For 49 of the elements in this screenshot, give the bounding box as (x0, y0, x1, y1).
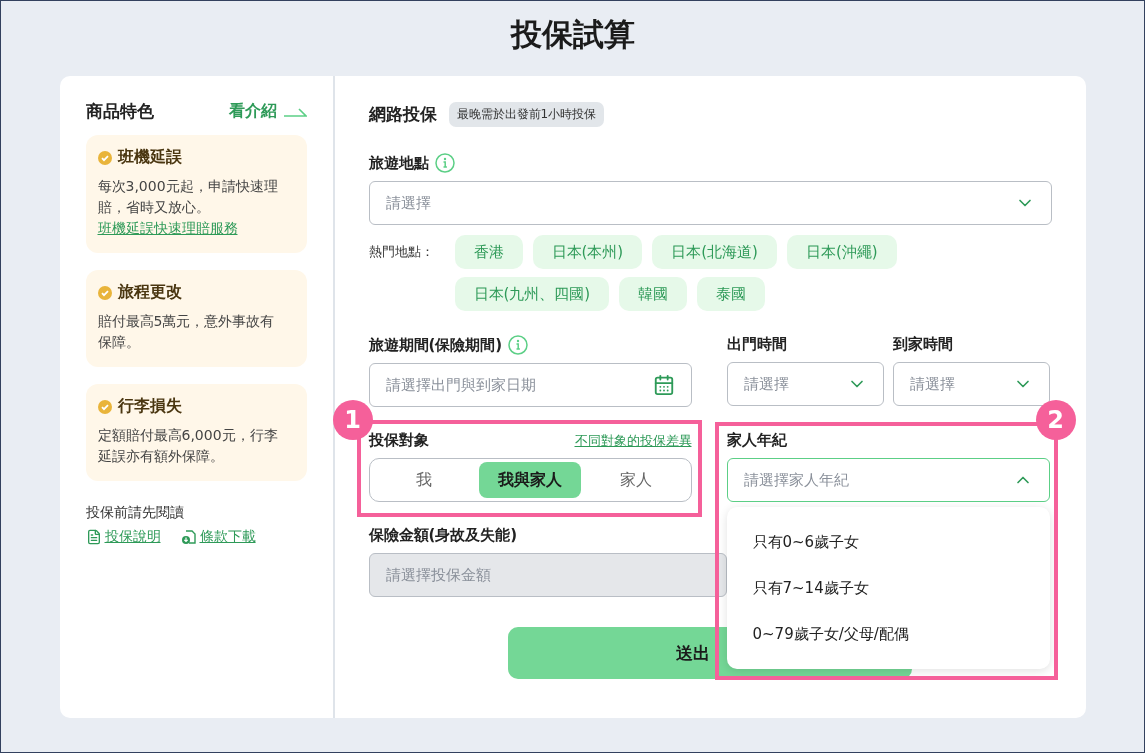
page-title: 投保試算 (510, 15, 635, 54)
deadline-badge: 最晚需於出發前1小時投保 (448, 102, 605, 127)
calendar-icon (652, 374, 675, 396)
field-label: 保險金額(身故及失能) (368, 526, 518, 545)
feature-title: 行李損失 (117, 396, 182, 417)
feature-text: 賠付最高5萬元，意外事故有保障。 (97, 312, 276, 352)
intro-link[interactable]: 看介紹 (228, 101, 307, 122)
field-label: 旅遊期間(保險期間) (368, 335, 503, 355)
dropdown-option[interactable]: 只有7~14歲子女 (726, 565, 1050, 611)
download-file-icon (180, 529, 197, 545)
feature-link[interactable]: 班機延誤快速理賠服務 (97, 218, 295, 239)
field-label: 出門時間 (726, 335, 787, 354)
destination-chip[interactable]: 日本(北海道) (652, 235, 777, 269)
time-select[interactable]: 請選擇 (892, 362, 1050, 406)
document-icon (85, 529, 102, 545)
download-link[interactable]: 條款下載 (180, 528, 256, 546)
info-icon[interactable] (434, 153, 455, 173)
insured-option[interactable]: 我 (372, 462, 475, 498)
family-age-select[interactable]: 請選擇家人年紀 (726, 458, 1050, 502)
destination-chip[interactable]: 日本(九州、四國) (454, 277, 610, 311)
popular-label: 熱門地點： (368, 243, 435, 261)
insured-option[interactable]: 家人 (585, 462, 688, 498)
field-label: 旅遊地點 (368, 153, 429, 173)
field-label: 到家時間 (892, 335, 953, 354)
check-circle-icon (97, 285, 112, 300)
feature-title: 班機延誤 (117, 147, 182, 168)
check-circle-icon (97, 399, 112, 414)
callout-badge: 2 (1035, 400, 1076, 440)
destination-chip[interactable]: 韓國 (619, 277, 688, 311)
time-select[interactable]: 請選擇 (726, 362, 884, 406)
document-link[interactable]: 投保說明 (85, 528, 161, 546)
read-first-label: 投保前請先閱讀 (85, 504, 185, 522)
destination-chip[interactable]: 香港 (454, 235, 523, 269)
feature-text: 定額賠付最高6,000元，行李延誤亦有額外保障。 (97, 426, 279, 466)
destination-select[interactable]: 請選擇 (368, 181, 1052, 225)
info-icon[interactable] (508, 335, 529, 355)
feature-title: 旅程更改 (117, 282, 182, 303)
date-range-field[interactable]: 請選擇出門與到家日期 (368, 363, 692, 407)
features-title: 商品特色 (85, 100, 154, 123)
section-title: 網路投保 (368, 103, 437, 126)
destination-chip[interactable]: 日本(沖繩) (786, 235, 897, 269)
feature-text: 每次3,000元起，申請快速理賠，省時又放心。 (97, 177, 279, 217)
dropdown-option[interactable]: 只有0~6歲子女 (726, 519, 1050, 565)
check-circle-icon (97, 150, 112, 165)
field-label: 家人年紀 (726, 431, 787, 450)
destination-chip[interactable]: 日本(本州) (532, 235, 643, 269)
destination-chip[interactable]: 泰國 (697, 277, 766, 311)
insured-option[interactable]: 我與家人 (478, 462, 582, 498)
difference-link[interactable]: 不同對象的投保差異 (574, 431, 692, 450)
